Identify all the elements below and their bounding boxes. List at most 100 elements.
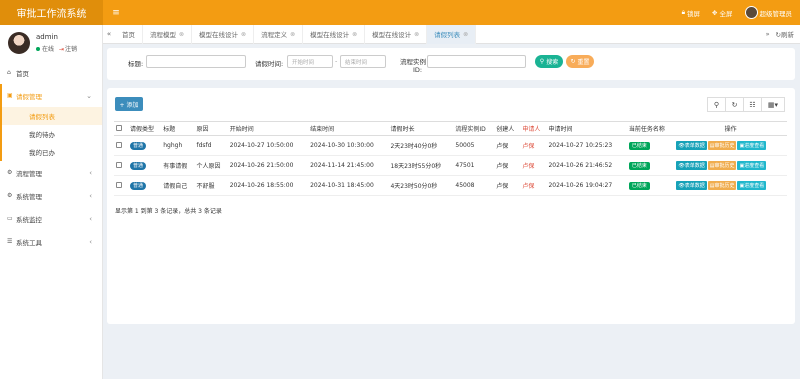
col-instance[interactable]: 流程实例ID: [453, 121, 495, 136]
user-menu[interactable]: 超级管理员: [744, 6, 792, 19]
title-label: 标题:: [128, 60, 144, 68]
col-task[interactable]: 当前任务名称: [626, 121, 675, 136]
cell-title: 有事请假: [161, 155, 195, 176]
user-name: admin: [36, 33, 58, 41]
refresh-icon: ↻: [731, 100, 738, 109]
sidebar-item-process[interactable]: ⚙ 流程管理 ‹: [0, 161, 102, 184]
table-panel: + 添加 ⚲ ↻ ☷ ▦ ▾ 请假类型 标题 原因 开始时间 结束时间 请假时长 …: [107, 88, 795, 324]
form-data-button[interactable]: 👁︎表单数据: [676, 141, 707, 150]
sidebar-item-system[interactable]: ⚙ 系统管理 ‹: [0, 184, 102, 207]
form-data-button[interactable]: 👁︎表单数据: [676, 181, 707, 190]
sidebar-item-leave[interactable]: ▣ 请假管理 ⌄: [0, 84, 102, 107]
table-row: 普通 请假自己 不舒服 2024-10-26 18:55:00 2024-10-…: [114, 175, 787, 196]
row-checkbox[interactable]: [116, 181, 122, 188]
col-apply-time[interactable]: 申请时间: [546, 121, 627, 136]
status-badge: 已结束: [628, 162, 650, 170]
hamburger-icon[interactable]: ≡: [103, 8, 129, 18]
col-title[interactable]: 标题: [161, 121, 195, 136]
col-type[interactable]: 请假类型: [128, 121, 162, 136]
col-duration[interactable]: 请假时长: [388, 121, 454, 136]
time-label: 请假时间:: [255, 60, 284, 68]
progress-view-button[interactable]: ▣进度查看: [737, 181, 767, 190]
cell-creator: 卢保: [494, 175, 521, 196]
cell-reason: 个人原因: [194, 155, 228, 176]
type-badge: 普通: [130, 142, 147, 150]
row-checkbox[interactable]: [116, 161, 122, 168]
leave-table: 请假类型 标题 原因 开始时间 结束时间 请假时长 流程实例ID 创建人 申请人…: [114, 121, 787, 196]
tab-model-design-3[interactable]: 模型在线设计 ⊗: [365, 24, 428, 44]
search-button[interactable]: ⚲ 搜索: [535, 55, 563, 68]
logout-link[interactable]: ⇥注销: [59, 44, 77, 53]
reset-button[interactable]: ↻ 重置: [566, 55, 594, 68]
col-reason[interactable]: 原因: [194, 121, 228, 136]
toggle-view-button[interactable]: ☷: [743, 97, 762, 112]
search-form: 标题: 请假时间: 开始时间 - 结束时间 流程实例 ID: ⚲ 搜索 ↻ 重置: [107, 48, 795, 80]
sidebar-item-home[interactable]: ⌂ 首页: [0, 61, 102, 84]
select-all-checkbox[interactable]: [116, 124, 122, 131]
sidebar-subitem-my-done[interactable]: 我的已办: [0, 143, 102, 161]
tabs-scroll-left-icon[interactable]: «: [103, 30, 115, 38]
col-end[interactable]: 结束时间: [308, 121, 389, 136]
close-icon[interactable]: ⊗: [352, 31, 357, 38]
sidebar-subitem-leave-list[interactable]: 请假列表: [0, 107, 102, 125]
lock-screen-button[interactable]: 🔒︎ 锁屏: [682, 8, 700, 18]
col-creator[interactable]: 创建人: [494, 121, 521, 136]
row-checkbox[interactable]: [116, 141, 122, 148]
close-icon[interactable]: ⊗: [463, 31, 468, 38]
cell-duration: 18天23时55分0秒: [388, 155, 454, 176]
home-icon: ⌂: [7, 69, 11, 76]
table-header-row: 请假类型 标题 原因 开始时间 结束时间 请假时长 流程实例ID 创建人 申请人…: [114, 121, 787, 136]
progress-view-button[interactable]: ▣进度查看: [737, 141, 767, 150]
col-applicant[interactable]: 申请人: [520, 121, 547, 136]
cell-start: 2024-10-27 10:50:00: [227, 135, 309, 156]
cell-creator: 卢保: [494, 155, 521, 176]
col-start[interactable]: 开始时间: [227, 121, 309, 136]
end-time-input[interactable]: 结束时间: [340, 55, 386, 68]
tab-leave-list[interactable]: 请假列表 ⊗: [427, 24, 477, 44]
cog-icon: ⚙: [7, 169, 13, 176]
monitor-icon: ▭: [7, 215, 13, 222]
cell-applicant: 卢保: [520, 135, 547, 156]
close-icon[interactable]: ⊗: [414, 31, 419, 38]
tabs-bar: « 首页 流程模型 ⊗ 模型在线设计 ⊗ 流程定义 ⊗ 模型在线设计 ⊗ 模型在线设计 ⊗…: [103, 24, 800, 44]
fullscreen-button[interactable]: ✥ 全屏: [712, 8, 732, 18]
cell-instance: 47501: [453, 155, 495, 176]
close-icon[interactable]: ⊗: [241, 31, 246, 38]
form-data-button[interactable]: 👁︎表单数据: [676, 161, 707, 170]
close-icon[interactable]: ⊗: [179, 31, 184, 38]
columns-dropdown-button[interactable]: ▦ ▾: [761, 97, 785, 112]
cell-end: 2024-10-31 18:45:00: [308, 175, 389, 196]
refresh-button[interactable]: ↻刷新: [776, 29, 794, 39]
close-icon[interactable]: ⊗: [290, 31, 295, 38]
col-actions: 操作: [674, 121, 787, 136]
approval-history-button[interactable]: ▤审批历史: [707, 161, 737, 170]
lock-icon: 🔒︎: [681, 8, 686, 16]
chevron-left-icon: ‹: [89, 191, 92, 200]
tab-process-definition[interactable]: 流程定义 ⊗: [254, 24, 304, 44]
refresh-table-button[interactable]: ↻: [725, 97, 744, 112]
approval-history-button[interactable]: ▤审批历史: [707, 141, 737, 150]
sidebar-item-monitor[interactable]: ▭ 系统监控 ‹: [0, 207, 102, 230]
approval-history-button[interactable]: ▤审批历史: [707, 181, 737, 190]
sidebar-subitem-my-todo[interactable]: 我的待办: [0, 125, 102, 143]
title-input[interactable]: [146, 55, 246, 68]
add-button[interactable]: + 添加: [115, 97, 143, 111]
app-title[interactable]: 审批工作流系统: [0, 0, 103, 25]
cell-reason: fdsfd: [194, 135, 228, 156]
search-toggle-button[interactable]: ⚲: [707, 97, 726, 112]
sidebar-item-tools[interactable]: ☰ 系统工具 ‹: [0, 230, 102, 253]
tab-process-model[interactable]: 流程模型 ⊗: [143, 24, 193, 44]
instance-id-input[interactable]: [427, 55, 526, 68]
cell-reason: 不舒服: [194, 175, 228, 196]
tab-model-design-2[interactable]: 模型在线设计 ⊗: [303, 24, 366, 44]
caret-down-icon: ▾: [774, 100, 779, 109]
fullscreen-icon: ✥: [712, 8, 718, 17]
tab-model-design-1[interactable]: 模型在线设计 ⊗: [192, 24, 255, 44]
cell-start: 2024-10-26 18:55:00: [227, 175, 309, 196]
progress-view-button[interactable]: ▣进度查看: [737, 161, 767, 170]
start-time-input[interactable]: 开始时间: [287, 55, 333, 68]
range-dash: -: [335, 57, 338, 65]
folder-icon: ▣: [7, 92, 13, 99]
tabs-scroll-right-icon[interactable]: »: [766, 30, 770, 38]
tab-home[interactable]: 首页: [115, 24, 143, 44]
